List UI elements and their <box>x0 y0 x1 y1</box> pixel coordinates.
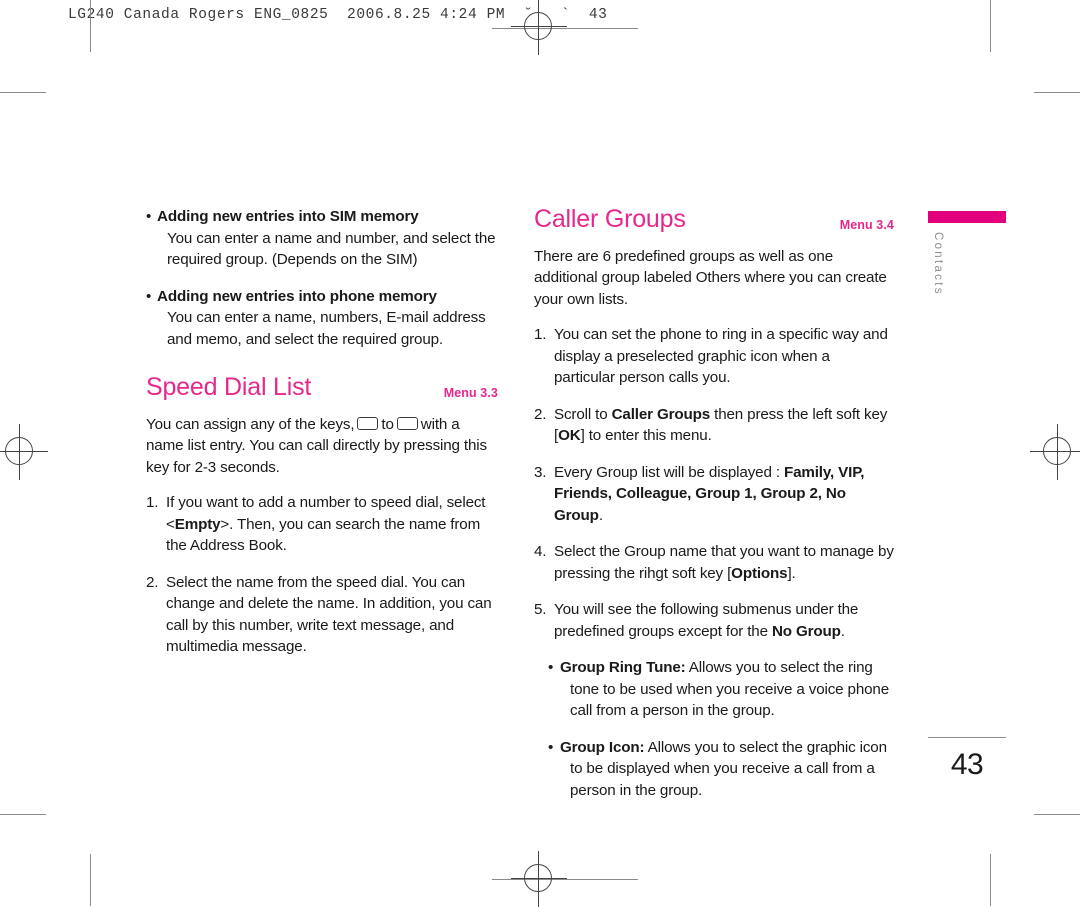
bullet-body: You can enter a name, numbers, E-mail ad… <box>167 309 486 348</box>
caller-groups-step-list: 1. You can set the phone to ring in a sp… <box>534 324 894 642</box>
step-text-a: Select the Group name that you want to m… <box>554 543 894 582</box>
list-item: 1. You can set the phone to ring in a sp… <box>534 324 894 389</box>
step-text-b: . <box>598 506 603 524</box>
step-text-c: ] to enter this menu. <box>580 427 712 444</box>
bullet-heading: Adding new entries into SIM memory <box>157 208 419 225</box>
key-placeholder-icon <box>357 416 379 430</box>
speed-dial-intro-paragraph: You can assign any of the keys, to with a … <box>146 414 498 479</box>
submenu-label: Group Ring Tune: <box>560 659 686 676</box>
step-text-b: . <box>840 622 845 640</box>
chapter-tab-bar <box>928 211 1006 223</box>
step-text-bold: Empty <box>174 515 221 533</box>
page-number: 43 <box>950 748 984 781</box>
step-text-pre: Select the name from the speed dial. You… <box>166 573 492 656</box>
step-bold-b: OK <box>558 427 581 444</box>
list-item: 3. Every Group list will be displayed : … <box>534 462 894 527</box>
submenu-entry: Group Icon: Allows you to select the gra… <box>560 737 894 802</box>
list-item: 1. If you want to add a number to speed … <box>146 492 498 557</box>
list-item: • Adding new entries into phone memory Y… <box>146 286 498 351</box>
list-item: • Adding new entries into SIM memory You… <box>146 206 498 271</box>
list-item: 2. Select the name from the speed dial. … <box>146 572 498 658</box>
chapter-tab-label: Contacts <box>932 232 944 296</box>
list-item: 5. You will see the following submenus u… <box>534 599 894 642</box>
step-bold-a: Options <box>731 564 788 582</box>
speed-dial-title-row: Speed Dial List Menu 3.3 <box>146 373 498 402</box>
list-item: 4. Select the Group name that you want t… <box>534 541 894 584</box>
manual-page: • Adding new entries into SIM memory You… <box>0 0 1080 906</box>
folio-divider <box>928 737 1006 739</box>
caller-groups-intro-paragraph: There are 6 predefined groups as well as… <box>534 247 887 308</box>
step-text-a: Every Group list will be displayed : <box>554 463 784 481</box>
step-number: 2. <box>534 405 547 423</box>
bullet-body: You can enter a name and number, and sel… <box>167 229 496 269</box>
step-bold-a: No Group <box>771 622 841 640</box>
speed-dial-intro-between: to <box>381 415 394 433</box>
bullet-icon: • <box>146 208 152 225</box>
submenu-entry: Group Ring Tune: Allows you to select th… <box>560 657 894 722</box>
speed-dial-step-list: 1. If you want to add a number to speed … <box>146 492 498 658</box>
step-number: 5. <box>534 601 547 618</box>
submenu-label: Group Icon: <box>560 738 645 756</box>
menu-reference-speed-dial: Menu 3.3 <box>443 385 498 400</box>
bullet-icon: • <box>146 287 152 305</box>
caller-groups-title-row: Caller Groups Menu 3.4 <box>534 205 894 234</box>
list-item: 2. Scroll to Caller Groups then press th… <box>534 404 894 447</box>
list-item: • Group Ring Tune: Allows you to select … <box>548 657 894 722</box>
left-column: • Adding new entries into SIM memory You… <box>146 206 498 673</box>
step-number: 3. <box>534 463 547 481</box>
menu-reference-caller-groups: Menu 3.4 <box>839 217 894 232</box>
right-column: Caller Groups Menu 3.4 There are 6 prede… <box>534 205 894 816</box>
bullet-icon: • <box>548 659 554 676</box>
step-number: 1. <box>146 494 159 511</box>
step-text: You can set the phone to ring in a speci… <box>554 326 888 386</box>
speed-dial-intro-part1: You can assign any of the keys, <box>146 415 355 433</box>
caller-groups-submenu-list: • Group Ring Tune: Allows you to select … <box>548 657 894 801</box>
list-item: • Group Icon: Allows you to select the g… <box>548 737 894 802</box>
step-number: 2. <box>146 573 159 591</box>
step-number: 1. <box>534 326 547 343</box>
bullet-icon: • <box>548 738 554 756</box>
bullet-heading: Adding new entries into phone memory <box>157 287 437 305</box>
step-text-b: ]. <box>787 564 796 582</box>
step-number: 4. <box>534 543 547 560</box>
sim-phone-memory-bullet-list: • Adding new entries into SIM memory You… <box>146 206 498 350</box>
step-bold-a: Caller Groups <box>611 405 711 423</box>
key-placeholder-icon <box>396 416 418 430</box>
step-text-a: Scroll to <box>554 405 612 423</box>
